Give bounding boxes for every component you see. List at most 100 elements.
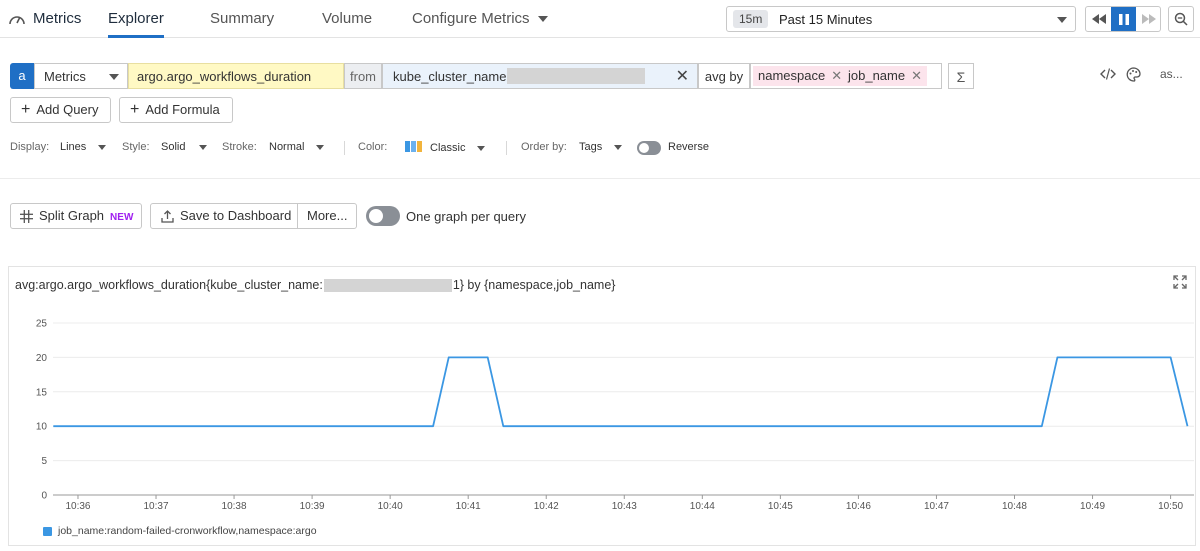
pause-icon [1118, 13, 1129, 25]
one-graph-per-query-toggle[interactable] [366, 206, 400, 226]
tab-explorer[interactable]: Explorer [108, 10, 164, 27]
add-query-button[interactable]: + Add Query [10, 97, 111, 123]
plus-icon: + [21, 101, 31, 118]
zoom-out-button[interactable] [1168, 6, 1194, 32]
code-icon[interactable] [1100, 67, 1116, 81]
y-tick-label: 25 [36, 319, 48, 330]
from-label: from [344, 63, 382, 89]
color-label: Color: [358, 141, 388, 153]
display-label: Display: [10, 141, 50, 153]
chevron-down-icon [316, 144, 325, 150]
pause-button[interactable] [1111, 7, 1136, 31]
x-tick-label: 10:36 [65, 501, 90, 512]
chevron-down-icon [477, 145, 486, 151]
alias-link[interactable]: as... [1160, 67, 1183, 81]
x-tick-label: 10:39 [300, 501, 325, 512]
style-value: Solid [161, 141, 186, 153]
stroke-select[interactable]: Normal [269, 141, 325, 153]
top-nav: Metrics Explorer Summary Volume Configur… [0, 0, 1200, 38]
y-tick-label: 15 [36, 387, 48, 398]
chevron-down-icon [199, 144, 208, 150]
query-letter-badge[interactable]: a [10, 63, 34, 89]
metric-input[interactable]: argo.argo_workflows_duration [128, 63, 344, 89]
add-query-label: Add Query [36, 102, 99, 117]
palette-icon[interactable] [1126, 67, 1141, 82]
filter-input[interactable]: kube_cluster_name ✕ [382, 63, 698, 89]
rewind-icon [1091, 14, 1106, 24]
tab-configure-metrics[interactable]: Configure Metrics [412, 10, 548, 27]
order-by-select[interactable]: Tags [579, 141, 623, 153]
group-tag-job-name[interactable]: job_name ✕ [843, 66, 928, 86]
y-tick-label: 10 [36, 422, 48, 433]
filter-tag-key: kube_cluster_name [393, 69, 507, 84]
time-range-picker[interactable]: 15m Past 15 Minutes [726, 6, 1076, 32]
divider [506, 141, 507, 155]
playback-controls [1085, 6, 1161, 32]
active-tab-indicator [108, 35, 164, 38]
x-tick-label: 10:45 [768, 501, 793, 512]
reverse-toggle[interactable] [637, 141, 661, 155]
group-tag-namespace[interactable]: namespace ✕ [753, 66, 848, 86]
remove-tag-icon[interactable]: ✕ [911, 68, 922, 83]
group-tag-label: job_name [848, 68, 906, 83]
reverse-label: Reverse [668, 141, 709, 153]
palette-swatch-icon [405, 141, 422, 155]
tab-configure-metrics-label: Configure Metrics [412, 10, 530, 27]
split-grid-icon [20, 210, 33, 224]
plus-icon: + [130, 101, 140, 118]
source-select-label: Metrics [44, 69, 86, 84]
display-value: Lines [60, 141, 87, 153]
y-tick-label: 0 [41, 491, 47, 502]
chart-legend[interactable]: job_name:random-failed-cronworkflow,name… [43, 525, 317, 537]
save-to-dashboard-button[interactable]: Save to Dashboard [150, 203, 298, 229]
clear-filter-icon[interactable]: ✕ [676, 64, 689, 90]
stroke-value: Normal [269, 141, 305, 153]
divider [344, 141, 345, 155]
x-axis: 10:36 10:37 10:38 10:39 10:40 10:41 10:42 10:43… [65, 495, 1184, 512]
add-formula-label: Add Formula [145, 102, 220, 117]
group-by-tags[interactable]: namespace ✕ job_name ✕ [750, 63, 942, 89]
one-graph-per-query-label: One graph per query [406, 209, 526, 224]
order-by-value: Tags [579, 141, 603, 153]
new-badge: NEW [110, 212, 134, 223]
x-tick-label: 10:47 [924, 501, 949, 512]
section-divider [0, 178, 1200, 179]
split-graph-label: Split Graph [39, 208, 105, 223]
redacted-value [507, 68, 645, 84]
time-range-badge: 15m [733, 10, 769, 28]
y-axis: 0 5 10 15 20 25 [36, 319, 48, 502]
stroke-label: Stroke: [222, 141, 257, 153]
x-tick-label: 10:38 [222, 501, 247, 512]
x-tick-label: 10:41 [456, 501, 481, 512]
legend-swatch [43, 526, 52, 536]
x-tick-label: 10:37 [144, 501, 169, 512]
more-button[interactable]: More... [297, 203, 357, 229]
chevron-down-icon [109, 74, 119, 80]
rewind-button[interactable] [1086, 7, 1111, 31]
color-select[interactable]: Classic [405, 141, 486, 155]
split-graph-button[interactable]: Split Graph NEW [10, 203, 142, 229]
order-by-label: Order by: [521, 141, 567, 153]
aggregation-select[interactable]: avg by [698, 63, 750, 89]
function-button[interactable]: Σ [948, 63, 974, 89]
fast-forward-button[interactable] [1136, 7, 1160, 31]
fast-forward-icon [1141, 14, 1156, 24]
save-to-dashboard-label: Save to Dashboard [180, 208, 292, 223]
x-tick-label: 10:40 [378, 501, 403, 512]
y-tick-label: 5 [41, 456, 47, 467]
chevron-down-icon [614, 144, 623, 150]
chevron-down-icon [98, 144, 107, 150]
remove-tag-icon[interactable]: ✕ [831, 68, 842, 83]
source-select[interactable]: Metrics [34, 63, 128, 89]
display-select[interactable]: Lines [60, 141, 107, 153]
tab-summary[interactable]: Summary [210, 10, 274, 27]
add-formula-button[interactable]: + Add Formula [119, 97, 233, 123]
x-tick-label: 10:48 [1002, 501, 1027, 512]
style-select[interactable]: Solid [161, 141, 208, 153]
graph-panel: avg:argo.argo_workflows_duration{kube_cl… [8, 266, 1196, 546]
line-chart[interactable]: 0 5 10 15 20 25 10:36 10:37 10:38 10:39 10:40 10:4… [9, 267, 1197, 525]
magnifier-minus-icon [1174, 12, 1188, 26]
tab-volume[interactable]: Volume [322, 10, 372, 27]
group-tag-label: namespace [758, 68, 826, 83]
x-tick-label: 10:50 [1158, 501, 1183, 512]
